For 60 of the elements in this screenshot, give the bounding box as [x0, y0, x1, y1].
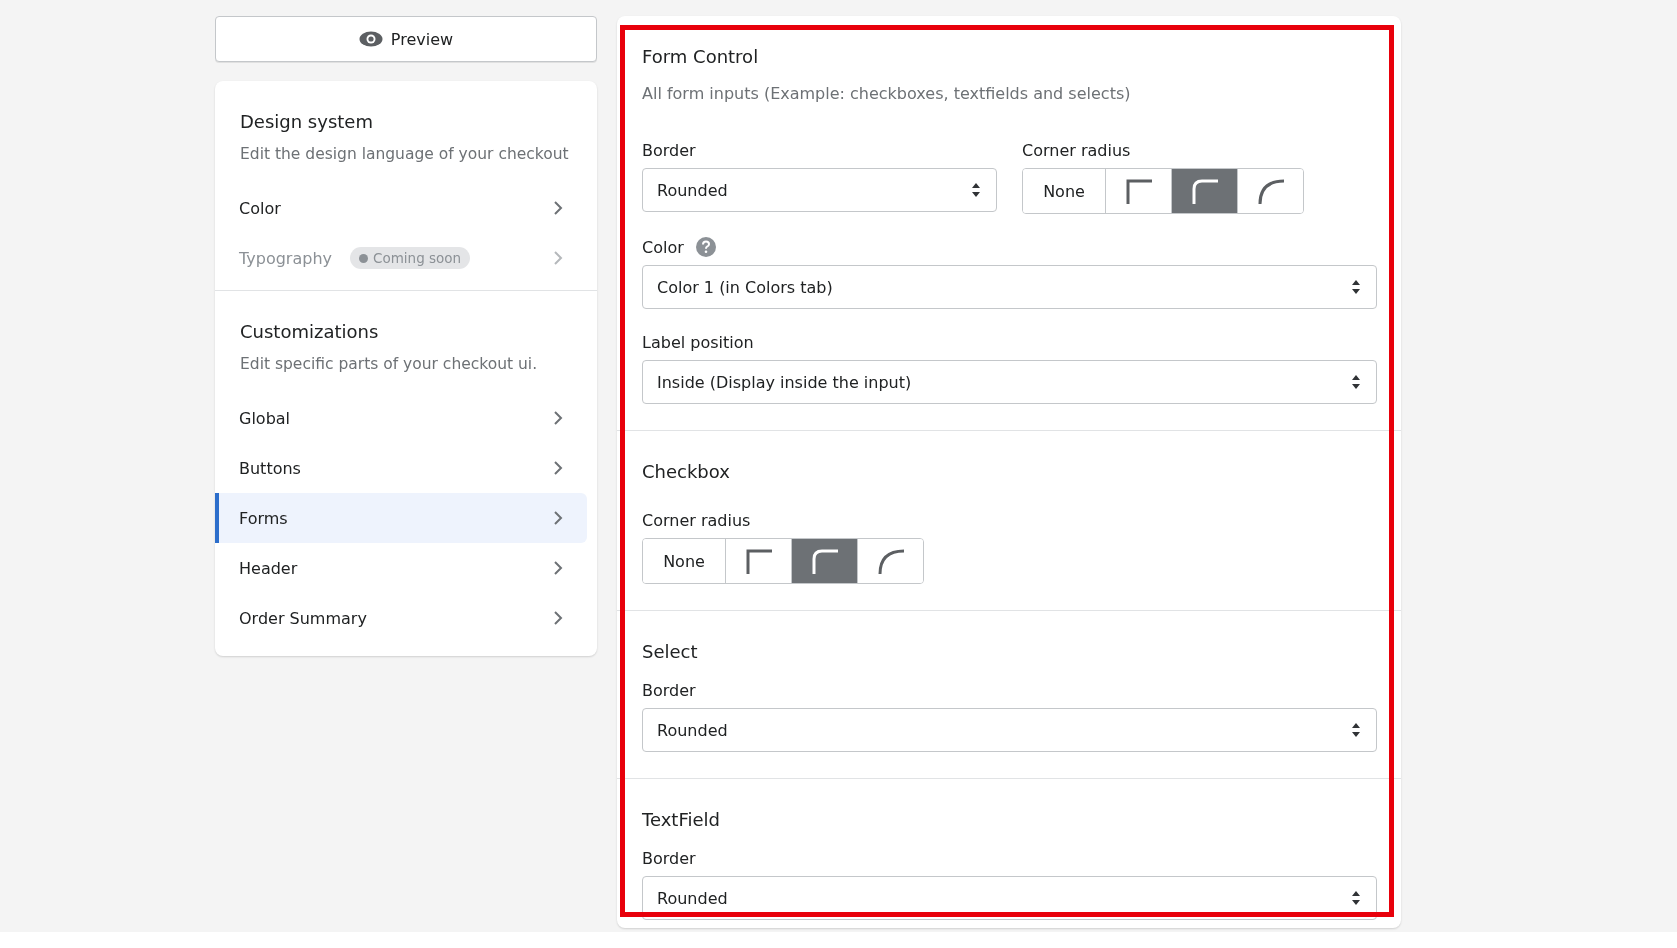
sort-arrows-icon: [1352, 891, 1360, 905]
select-field[interactable]: Inside (Display inside the input): [642, 360, 1377, 404]
item-label: Order Summary: [239, 608, 367, 628]
chevron-right-icon: [553, 200, 563, 216]
radius-option[interactable]: [857, 539, 923, 583]
square-corner-icon: [745, 548, 772, 574]
chevron-right-icon: [553, 560, 563, 576]
round-corner-icon: [1257, 178, 1284, 204]
round-corner-icon: [877, 548, 904, 574]
select-field[interactable]: Rounded: [642, 876, 1377, 920]
field-label: Label position: [642, 332, 754, 352]
field-label: Corner radius: [642, 510, 751, 530]
item-label: Global: [239, 408, 291, 428]
section-title: TextField: [642, 808, 721, 832]
sort-arrows-icon: [1352, 375, 1360, 389]
item-label: Color: [239, 198, 281, 218]
chevron-right-icon: [553, 460, 563, 476]
select-field[interactable]: Color 1 (in Colors tab): [642, 265, 1377, 309]
sort-arrows-icon: [1352, 723, 1360, 737]
chevron-right-icon: [553, 510, 563, 526]
radius-option[interactable]: [791, 539, 857, 583]
rounded-corner-icon: [811, 548, 838, 574]
sort-arrows-icon: [972, 183, 980, 197]
chevron-right-icon: [553, 250, 563, 266]
section-description: Edit the design language of your checkout: [240, 144, 570, 165]
sidebar-item[interactable]: Global: [215, 393, 587, 443]
sidebar-item[interactable]: Color: [215, 183, 587, 233]
section-title: Customizations: [240, 320, 380, 344]
sidebar-item[interactable]: Order Summary: [215, 593, 587, 643]
section-title: Form Control: [642, 45, 760, 69]
radius-option[interactable]: [1237, 169, 1303, 213]
field-label: Border: [642, 140, 696, 160]
field-label: Color: [642, 237, 684, 257]
field-label: Border: [642, 848, 696, 868]
section-description: All form inputs (Example: checkboxes, textfields and selects): [642, 83, 1132, 105]
status-badge: Coming soon: [350, 247, 471, 269]
field-label: Border: [642, 680, 696, 700]
sidebar-item[interactable]: Header: [215, 543, 587, 593]
field-label: Corner radius: [1022, 140, 1131, 160]
chevron-right-icon: [553, 610, 563, 626]
section-description: Edit specific parts of your checkout ui.: [240, 354, 539, 375]
square-corner-icon: [1125, 178, 1152, 204]
section-title: Select: [642, 640, 699, 664]
item-label: Header: [239, 558, 298, 578]
select-field[interactable]: Rounded: [642, 708, 1377, 752]
help-icon[interactable]: [695, 237, 716, 257]
section-title: Checkbox: [642, 460, 731, 484]
sidebar-item[interactable]: Buttons: [215, 443, 587, 493]
rounded-corner-icon: [1191, 178, 1218, 204]
select-field[interactable]: Rounded: [642, 168, 997, 212]
eye-icon: [358, 31, 383, 47]
section-title: Design system: [240, 110, 374, 134]
radius-option[interactable]: [1171, 169, 1237, 213]
item-label: Forms: [239, 508, 288, 528]
item-label: Typography: [239, 248, 332, 268]
chevron-right-icon: [553, 410, 563, 426]
preview-button[interactable]: Preview: [215, 16, 597, 62]
item-label: Buttons: [239, 458, 301, 478]
sort-arrows-icon: [1352, 280, 1360, 294]
sidebar-item[interactable]: Forms: [215, 493, 587, 543]
